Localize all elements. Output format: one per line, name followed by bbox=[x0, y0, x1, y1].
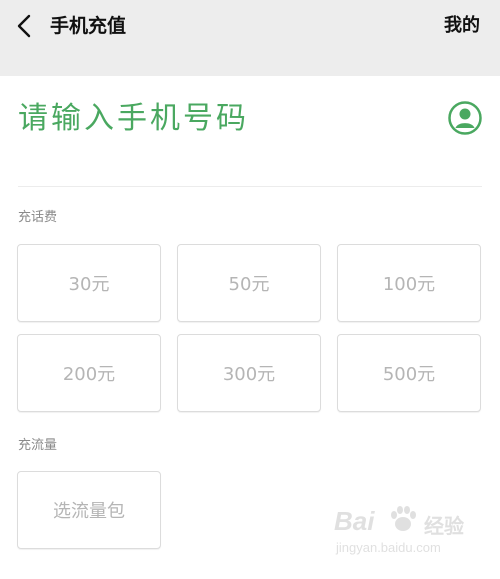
data-plan-label: 充流量 bbox=[18, 438, 58, 453]
person-circle-icon bbox=[448, 101, 482, 135]
amount-option-200[interactable]: 200元 bbox=[17, 334, 161, 412]
back-button[interactable] bbox=[12, 12, 36, 40]
watermark-suffix: 经验 bbox=[424, 516, 464, 538]
mine-link[interactable]: 我的 bbox=[444, 12, 480, 40]
divider bbox=[18, 186, 482, 187]
watermark-brand: Bai bbox=[334, 506, 375, 536]
call-credit-label: 充话费 bbox=[18, 210, 58, 225]
paw-logo-icon bbox=[391, 506, 416, 531]
call-credit-options: 30元 50元 100元 200元 300元 500元 bbox=[17, 244, 481, 412]
phone-number-input[interactable] bbox=[18, 96, 418, 140]
amount-option-500[interactable]: 500元 bbox=[337, 334, 481, 412]
page-title: 手机充值 bbox=[50, 15, 127, 37]
amount-option-100[interactable]: 100元 bbox=[337, 244, 481, 322]
amount-option-30[interactable]: 30元 bbox=[17, 244, 161, 322]
chevron-left-icon bbox=[17, 14, 31, 38]
amount-option-50[interactable]: 50元 bbox=[177, 244, 321, 322]
contacts-button[interactable] bbox=[448, 101, 482, 135]
data-package-option[interactable]: 选流量包 bbox=[17, 471, 161, 549]
amount-option-300[interactable]: 300元 bbox=[177, 334, 321, 412]
baidu-watermark: Bai 经验 jingyan.baidu.com bbox=[332, 498, 482, 568]
watermark-url: jingyan.baidu.com bbox=[336, 540, 441, 555]
top-bar: 手机充值 我的 bbox=[0, 0, 500, 76]
